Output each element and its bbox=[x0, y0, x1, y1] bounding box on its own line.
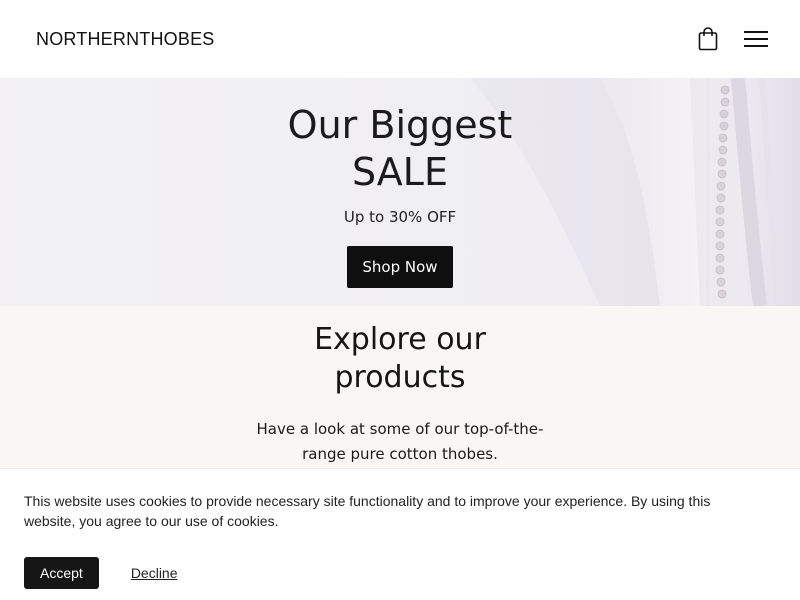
hamburger-menu-icon bbox=[744, 31, 768, 47]
cart-button[interactable] bbox=[698, 27, 718, 51]
decline-cookies-button[interactable]: Decline bbox=[131, 565, 178, 581]
explore-section: Explore our products Have a look at some… bbox=[0, 306, 800, 468]
cookie-actions: Accept Decline bbox=[24, 557, 776, 589]
brand-logo[interactable]: NORTHERNTHOBES bbox=[36, 29, 215, 50]
site-header: NORTHERNTHOBES bbox=[0, 0, 800, 78]
cookie-banner: This website uses cookies to provide nec… bbox=[0, 468, 800, 600]
shop-now-button[interactable]: Shop Now bbox=[347, 246, 453, 288]
hero-content: Our Biggest SALE Up to 30% OFF Shop Now bbox=[0, 78, 800, 306]
shopping-bag-icon bbox=[698, 27, 718, 51]
cookie-message: This website uses cookies to provide nec… bbox=[24, 493, 711, 529]
menu-button[interactable] bbox=[744, 29, 768, 49]
accept-cookies-button[interactable]: Accept bbox=[24, 557, 99, 589]
hero-banner: Our Biggest SALE Up to 30% OFF Shop Now bbox=[0, 78, 800, 306]
hero-subtitle: Up to 30% OFF bbox=[343, 208, 457, 226]
header-actions bbox=[698, 27, 768, 51]
explore-title: Explore our products bbox=[314, 322, 486, 395]
explore-description: Have a look at some of our top-of-the-ra… bbox=[256, 420, 544, 463]
hero-title: Our Biggest SALE bbox=[287, 103, 513, 194]
